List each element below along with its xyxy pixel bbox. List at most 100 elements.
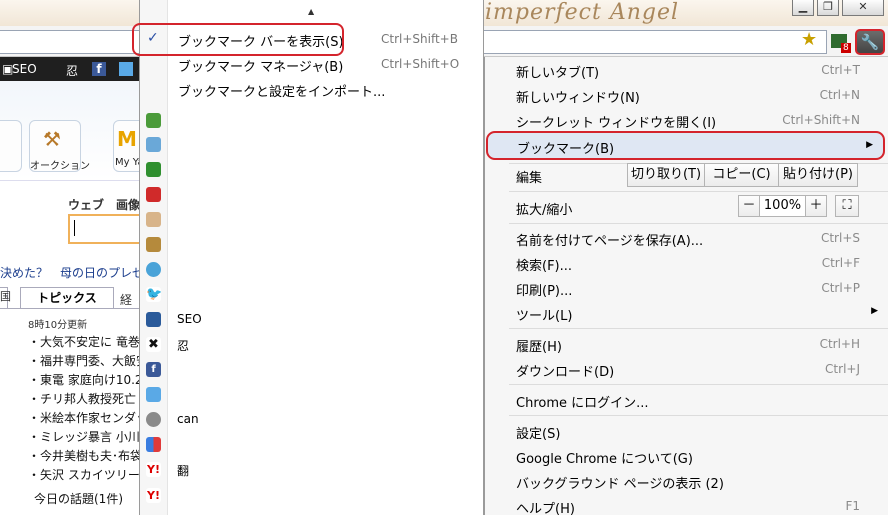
bookmark-book-icon[interactable] — [146, 113, 161, 128]
menu-item-sign-in[interactable]: Chrome にログイン... — [485, 388, 888, 412]
menu-item-label: 履歴(H) — [516, 340, 562, 355]
news-item[interactable]: ・今井美樹も夫･布袋 — [28, 447, 140, 464]
menu-item-label: バックグラウンド ページの表示 (2) — [516, 477, 724, 492]
menu-item-label: ツール(L) — [516, 309, 573, 324]
menu-item-label: 印刷(P)... — [516, 284, 573, 299]
theme-brand-text: imperfect Angel — [485, 0, 680, 25]
menu-item-label: 設定(S) — [516, 427, 561, 442]
menu-item-label: 検索(F)... — [516, 259, 573, 274]
scroll-up-arrow-icon[interactable]: ▲ — [308, 7, 314, 16]
menu-item-print[interactable]: 印刷(P)... Ctrl+P — [485, 276, 888, 300]
my-yahoo-logo-icon: M — [117, 127, 137, 151]
search-tabs[interactable]: ウェブ 画像 — [68, 196, 140, 213]
bookmark-blue-icon[interactable] — [146, 387, 161, 402]
twitter-bird-icon[interactable] — [119, 62, 133, 76]
menu-item-new-window[interactable]: 新しいウィンドウ(N) Ctrl+N — [485, 83, 888, 107]
bookmark-red-icon[interactable] — [146, 187, 161, 202]
menu-row-zoom: 拡大/縮小 － 100% ＋ ⛶ — [485, 195, 888, 219]
menu-item-shortcut: Ctrl+Shift+O — [381, 57, 460, 71]
bookmark-label-can[interactable]: can — [177, 412, 199, 426]
menu-item-label: Google Chrome について(G) — [516, 452, 693, 467]
bookmark-twitter-icon[interactable]: 🐦 — [146, 287, 162, 302]
menu-item-label: 編集 — [516, 171, 543, 186]
bookmark-label-hon[interactable]: 翻 — [177, 462, 189, 479]
menu-item-incognito[interactable]: シークレット ウィンドウを開く(I) Ctrl+Shift+N — [485, 108, 888, 132]
bookmark-facebook-icon[interactable]: f — [146, 362, 161, 377]
menu-item-history[interactable]: 履歴(H) Ctrl+H — [485, 332, 888, 356]
menu-separator — [509, 328, 888, 329]
bookmark-avatar-icon[interactable] — [146, 212, 161, 227]
menu-item-shortcut: Ctrl+Shift+N — [782, 113, 860, 127]
fullscreen-icon[interactable]: ⛶ — [835, 195, 859, 217]
bookmark-item-seo[interactable]: SEO — [12, 62, 37, 76]
paste-button[interactable]: 貼り付け(P) — [778, 163, 858, 187]
wrench-menu-button[interactable]: 🔧 — [855, 29, 885, 55]
tab-topics[interactable]: トピックス — [20, 287, 114, 309]
menu-item-label: Chrome にログイン... — [516, 396, 649, 411]
highlight-annotation — [132, 23, 344, 56]
menu-item-shortcut: Ctrl+J — [825, 362, 860, 376]
bookmark-label-seo[interactable]: SEO — [177, 312, 202, 326]
menu-item-label: 拡大/縮小 — [516, 203, 573, 218]
menu-item-new-tab[interactable]: 新しいタブ(T) Ctrl+T — [485, 58, 888, 82]
menu-item-shortcut: Ctrl+Shift+B — [381, 32, 458, 46]
facebook-icon[interactable]: f — [92, 62, 106, 76]
menu-item-import-bookmarks[interactable]: ブックマークと設定をインポート... — [140, 77, 483, 102]
bookmark-item-ninja[interactable]: 忍 — [66, 62, 78, 79]
menu-item-bookmarks[interactable]: ブックマーク(B) ▶ — [486, 131, 885, 160]
bookmark-clover-icon[interactable] — [146, 162, 161, 177]
menu-item-tools[interactable]: ツール(L) ▶ — [485, 301, 888, 325]
menu-item-find[interactable]: 検索(F)... Ctrl+F — [485, 251, 888, 275]
bookmark-yahoo-icon[interactable]: Y! — [146, 488, 161, 503]
menu-item-label: ヘルプ(H) — [516, 502, 575, 515]
menu-item-downloads[interactable]: ダウンロード(D) Ctrl+J — [485, 357, 888, 381]
menu-item-settings[interactable]: 設定(S) — [485, 419, 888, 443]
bookmark-label-ninja[interactable]: 忍 — [177, 337, 189, 354]
bookmark-google-icon[interactable] — [146, 437, 161, 452]
close-button[interactable]: ✕ — [842, 0, 884, 16]
news-item[interactable]: ・東電 家庭向け10.28 — [28, 371, 140, 388]
news-item[interactable]: ・福井専門委、大飯安 — [28, 352, 140, 369]
bookmark-chat-icon[interactable] — [146, 262, 161, 277]
menu-item-label: シークレット ウィンドウを開く(I) — [516, 116, 717, 131]
news-item[interactable]: ・チリ邦人教授死亡 経 — [28, 390, 140, 407]
star-icon[interactable]: ★ — [801, 30, 817, 50]
gavel-icon: ⚒ — [43, 127, 61, 151]
bookmark-face-icon[interactable] — [146, 137, 161, 152]
bookmark-seo-icon[interactable] — [146, 312, 161, 327]
submenu-arrow-icon: ▶ — [866, 140, 873, 150]
today-topics-link[interactable]: 今日の話題(1件) — [34, 490, 140, 507]
copy-button[interactable]: コピー(C) — [704, 163, 779, 187]
restore-button[interactable]: ❐ — [817, 0, 839, 16]
menu-item-background-pages[interactable]: バックグラウンド ページの表示 (2) — [485, 469, 888, 493]
menu-item-label: ブックマーク(B) — [517, 142, 615, 157]
tabs-divider — [0, 308, 140, 309]
menu-item-help[interactable]: ヘルプ(H) F1 — [485, 494, 888, 515]
menu-item-save-page[interactable]: 名前を付けてページを保存(A)... Ctrl+S — [485, 226, 888, 250]
menu-row-edit: 編集 切り取り(T) コピー(C) 貼り付け(P) — [485, 163, 888, 187]
menu-item-shortcut: Ctrl+N — [819, 88, 860, 102]
menu-item-shortcut: Ctrl+T — [821, 63, 860, 77]
bookmarks-submenu: ▲ ✓ ブックマーク バーを表示(S) Ctrl+Shift+B ブックマーク … — [139, 0, 484, 515]
bookmark-yahoo-icon[interactable]: Y! — [146, 462, 161, 477]
bookmark-ninja-icon[interactable]: ✖ — [146, 337, 161, 352]
news-item[interactable]: ・ミレッジ暴言 小川監 — [28, 428, 140, 445]
service-tile[interactable] — [0, 120, 22, 172]
zoom-out-button[interactable]: － — [738, 195, 760, 217]
news-item[interactable]: ・米絵本作家センダッ — [28, 409, 140, 426]
news-item[interactable]: ・大気不安定に 竜巻 — [28, 333, 140, 350]
bookmark-globe-icon[interactable] — [146, 412, 161, 427]
menu-item-about[interactable]: Google Chrome について(G) — [485, 444, 888, 468]
menu-separator — [509, 384, 888, 385]
tab-economy[interactable]: 経 — [120, 291, 132, 308]
menu-separator — [509, 191, 888, 192]
cut-button[interactable]: 切り取り(T) — [627, 163, 705, 187]
minimize-button[interactable]: ▁ — [792, 0, 814, 16]
zoom-in-button[interactable]: ＋ — [805, 195, 827, 217]
bookmark-bar: ▣ SEO 忍 f — [0, 57, 140, 81]
tab-domestic[interactable]: 国 — [0, 287, 11, 309]
page-search-input[interactable] — [68, 214, 140, 244]
bookmark-person-icon[interactable] — [146, 237, 161, 252]
page-ticker[interactable]: 決めた？ 母の日のプレゼント — [0, 264, 140, 281]
news-item[interactable]: ・矢沢 スカイツリー初 — [28, 466, 140, 483]
